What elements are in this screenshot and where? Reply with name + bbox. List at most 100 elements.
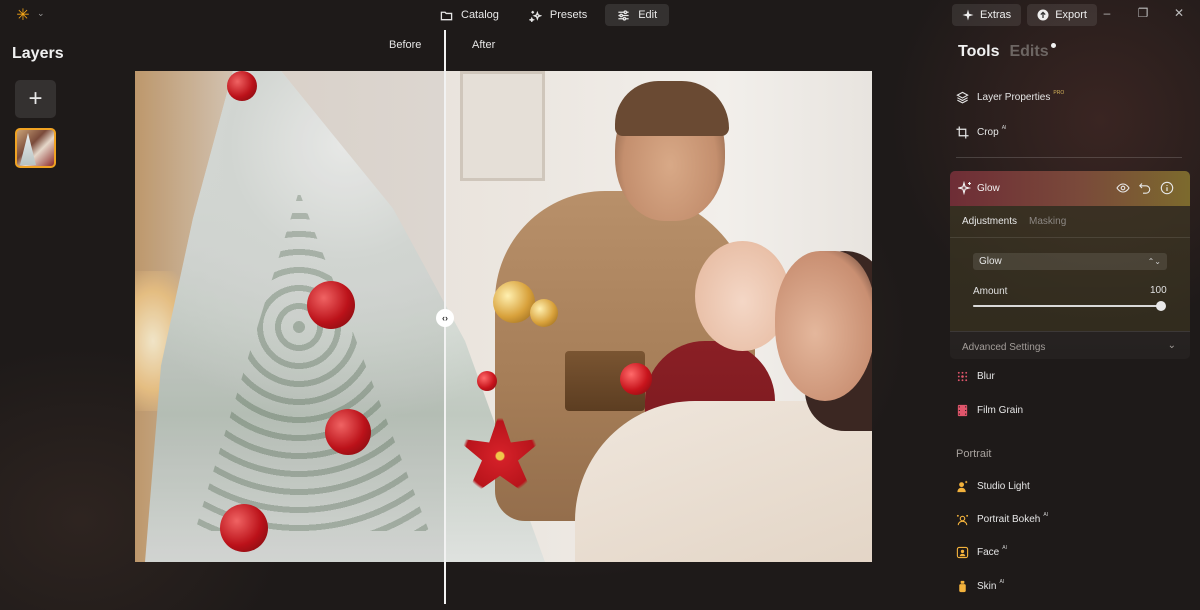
amount-slider[interactable] bbox=[973, 301, 1166, 311]
info-icon[interactable] bbox=[1160, 181, 1174, 195]
studio-light-icon bbox=[956, 480, 969, 493]
ai-badge: AI bbox=[1043, 512, 1049, 518]
glow-type-select[interactable]: Glow ⌃⌄ bbox=[973, 253, 1167, 270]
glow-actions bbox=[1116, 181, 1174, 195]
tool-label: Portrait Bokeh bbox=[977, 513, 1041, 525]
glow-type-value: Glow bbox=[979, 256, 1002, 267]
glow-tool-card: Glow Adjustments Masking Glow ⌃⌄ Amount … bbox=[950, 171, 1190, 359]
photo-woman-head bbox=[775, 251, 872, 401]
photo-canvas[interactable] bbox=[135, 71, 872, 562]
blur-icon bbox=[956, 370, 969, 383]
eye-icon[interactable] bbox=[1116, 181, 1130, 195]
photo-wall-frame bbox=[460, 71, 545, 181]
panel-divider bbox=[956, 157, 1182, 158]
mode-edit-label: Edit bbox=[638, 9, 658, 21]
tab-adjustments[interactable]: Adjustments bbox=[962, 216, 1017, 227]
glow-sparkle-icon bbox=[958, 181, 972, 195]
tool-label: Crop bbox=[977, 126, 999, 138]
tool-skin[interactable]: Skin AI bbox=[956, 576, 1004, 596]
tool-label: Blur bbox=[977, 370, 995, 382]
before-side-overlay bbox=[135, 71, 445, 562]
tool-film-grain[interactable]: Film Grain bbox=[956, 400, 1023, 420]
extras-label: Extras bbox=[980, 9, 1012, 21]
panel-tabs: Tools Edits bbox=[958, 43, 1056, 61]
tool-label: Film Grain bbox=[977, 404, 1024, 416]
ai-badge: AI bbox=[1002, 545, 1007, 551]
advanced-settings-label: Advanced Settings bbox=[962, 342, 1046, 353]
ai-badge: AI bbox=[1001, 125, 1007, 131]
tool-label: Skin bbox=[977, 580, 997, 592]
undo-icon[interactable] bbox=[1138, 181, 1152, 195]
thumbnail-image bbox=[20, 133, 36, 165]
select-arrows-icon: ⌃⌄ bbox=[1147, 257, 1161, 266]
export-button[interactable]: Export bbox=[1027, 4, 1097, 26]
amount-label: Amount bbox=[973, 286, 1008, 297]
sub-tabs-divider bbox=[950, 237, 1190, 238]
before-label: Before bbox=[389, 39, 422, 51]
tool-blur[interactable]: Blur bbox=[956, 366, 995, 386]
chevron-down-icon[interactable]: ⌄ bbox=[37, 8, 45, 19]
window-controls: – ❐ ✕ bbox=[1100, 6, 1186, 20]
sliders-icon bbox=[618, 9, 629, 21]
tool-label: Layer Properties bbox=[977, 91, 1051, 103]
tool-label: Face bbox=[977, 546, 1000, 558]
film-icon bbox=[956, 404, 969, 417]
extras-button[interactable]: Extras bbox=[952, 4, 1022, 26]
tab-tools[interactable]: Tools bbox=[958, 43, 999, 61]
minimize-icon[interactable]: – bbox=[1100, 6, 1114, 20]
portrait-section-title: Portrait bbox=[956, 448, 992, 460]
close-icon[interactable]: ✕ bbox=[1172, 6, 1186, 20]
skin-icon bbox=[956, 580, 969, 593]
glow-body: Adjustments Masking Glow ⌃⌄ Amount bbox=[950, 206, 1190, 331]
tool-layer-properties[interactable]: Layer Properties PRO bbox=[956, 87, 1064, 107]
tab-masking[interactable]: Masking bbox=[1029, 216, 1066, 227]
glow-title: Glow bbox=[977, 183, 1000, 194]
folder-icon bbox=[440, 11, 453, 20]
restore-icon[interactable]: ❐ bbox=[1136, 6, 1150, 20]
tool-crop[interactable]: Crop AI bbox=[956, 122, 1006, 142]
layers-icon bbox=[956, 91, 969, 104]
compare-handle-icon[interactable]: ‹› bbox=[436, 309, 454, 327]
glow-sub-tabs: Adjustments Masking bbox=[962, 216, 1066, 227]
photo-ornament bbox=[493, 281, 535, 323]
add-layer-button[interactable]: + bbox=[15, 80, 56, 118]
tool-face[interactable]: Face AI bbox=[956, 542, 1007, 562]
layers-title: Layers bbox=[12, 45, 64, 62]
mode-catalog-label: Catalog bbox=[461, 9, 499, 21]
photo-ornament bbox=[530, 299, 558, 327]
export-label: Export bbox=[1055, 9, 1087, 21]
tool-label: Studio Light bbox=[977, 480, 1030, 492]
photo-ornament bbox=[620, 363, 652, 395]
edits-indicator-dot bbox=[1050, 43, 1056, 48]
tab-edits[interactable]: Edits bbox=[1009, 43, 1056, 61]
tool-studio-light[interactable]: Studio Light bbox=[956, 476, 1030, 496]
mode-catalog[interactable]: Catalog bbox=[428, 4, 511, 26]
advanced-settings-toggle[interactable]: Advanced Settings ⌄ bbox=[950, 331, 1190, 359]
mode-edit[interactable]: Edit bbox=[605, 4, 670, 26]
layer-thumbnail[interactable] bbox=[15, 128, 56, 168]
top-actions: Extras Export bbox=[952, 4, 1097, 26]
amount-slider-fill bbox=[973, 305, 1161, 307]
bokeh-icon bbox=[956, 513, 969, 526]
export-icon bbox=[1037, 9, 1049, 21]
mode-presets-label: Presets bbox=[549, 9, 588, 21]
after-label: After bbox=[472, 39, 496, 51]
face-icon bbox=[956, 546, 969, 559]
app-logo-icon[interactable]: ✳ bbox=[12, 5, 34, 25]
top-bar: ✳ ⌄ Catalog Presets Edit Extras Export –… bbox=[0, 0, 1200, 30]
tab-edits-label: Edits bbox=[1009, 43, 1049, 60]
amount-value: 100 bbox=[1150, 285, 1167, 296]
mode-presets[interactable]: Presets bbox=[517, 4, 599, 26]
amount-slider-knob[interactable] bbox=[1156, 301, 1166, 311]
sparkles-icon bbox=[528, 10, 542, 22]
plus-icon: + bbox=[28, 85, 43, 112]
tool-portrait-bokeh[interactable]: Portrait Bokeh AI bbox=[956, 509, 1048, 529]
photo-ornament bbox=[477, 371, 497, 391]
chevron-down-icon: ⌄ bbox=[1167, 340, 1176, 351]
mode-switcher: Catalog Presets Edit bbox=[428, 4, 670, 26]
pro-badge: PRO bbox=[1053, 90, 1065, 96]
glow-header[interactable]: Glow bbox=[950, 171, 1190, 206]
ai-badge: AI bbox=[999, 579, 1005, 585]
crop-icon bbox=[956, 125, 969, 139]
sparkle-icon bbox=[962, 9, 974, 21]
